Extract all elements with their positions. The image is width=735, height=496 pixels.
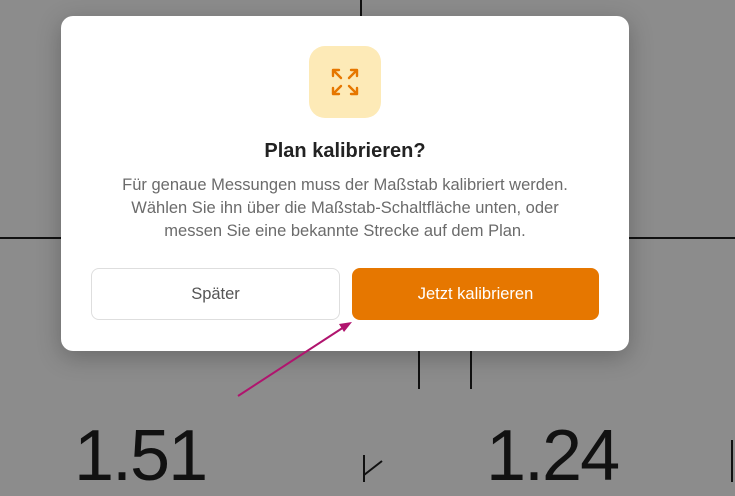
annotation-arrow-icon: [237, 322, 352, 397]
